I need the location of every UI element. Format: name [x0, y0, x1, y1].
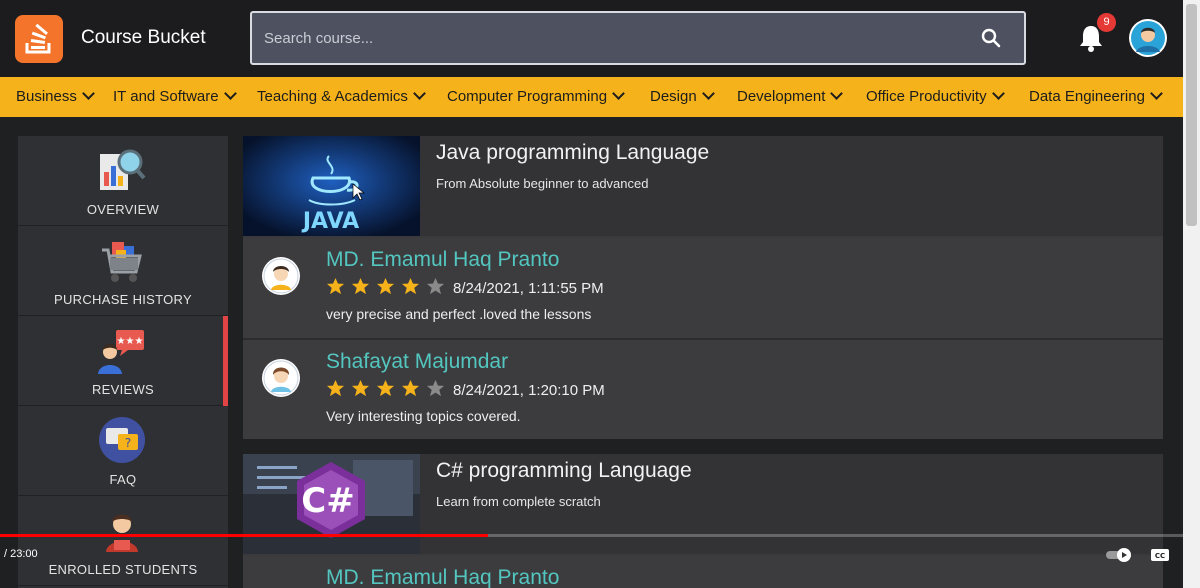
- thumbnail-label: C#: [301, 481, 354, 521]
- review-item: MD. Emamul Haq Pranto: [243, 556, 1163, 588]
- category-business[interactable]: Business: [16, 87, 95, 105]
- reviewer-avatar-icon: [262, 359, 300, 397]
- review-date: 8/24/2021, 1:20:10 PM: [453, 382, 605, 399]
- star-empty-icon: [426, 379, 445, 397]
- star-filled-icon: [326, 379, 345, 397]
- review-text: Very interesting topics covered.: [326, 408, 521, 424]
- chevron-down-icon: [701, 87, 715, 100]
- course-header[interactable]: JAVA Java programming Language From Abso…: [243, 136, 1163, 236]
- category-label: IT and Software: [113, 88, 219, 105]
- page-scrollbar[interactable]: [1183, 0, 1200, 588]
- sidebar-item-label: PURCHASE HISTORY: [54, 292, 192, 307]
- course-title[interactable]: C# programming Language: [436, 459, 692, 483]
- sidebar-item-label: OVERVIEW: [86, 202, 160, 217]
- reviewer-name[interactable]: Shafayat Majumdar: [326, 350, 508, 374]
- review-item: Shafayat Majumdar 8/24/2021, 1:20:10 PM …: [243, 340, 1163, 439]
- course-thumbnail[interactable]: C#: [243, 454, 420, 554]
- sidebar-item-label: FAQ: [109, 472, 137, 487]
- overview-chart-icon: [100, 149, 146, 190]
- chevron-down-icon: [413, 87, 426, 100]
- course-subtitle: Learn from complete scratch: [436, 494, 601, 509]
- video-progress-fill[interactable]: [0, 534, 488, 537]
- shopping-cart-icon: [102, 242, 142, 282]
- top-header: Course Bucket 9: [0, 0, 1183, 77]
- faq-chat-icon: ?: [99, 417, 145, 463]
- category-it-software[interactable]: IT and Software: [113, 87, 237, 105]
- star-filled-icon: [401, 277, 420, 295]
- category-label: Design: [650, 88, 697, 105]
- svg-text:?: ?: [125, 436, 131, 450]
- video-time: / 23:00: [4, 548, 38, 560]
- category-data-engineering[interactable]: Data Engineering: [1029, 87, 1163, 105]
- course-title[interactable]: Java programming Language: [436, 141, 709, 165]
- star-rating: [326, 277, 451, 297]
- svg-text:CC: CC: [1155, 552, 1165, 560]
- app-window: Course Bucket 9 Business IT and Software: [0, 0, 1200, 588]
- reviews-chat-icon: ★★★: [98, 330, 144, 374]
- captions-icon[interactable]: CC: [1150, 546, 1170, 564]
- category-computer-programming[interactable]: Computer Programming: [447, 87, 625, 105]
- category-development[interactable]: Development: [737, 87, 844, 105]
- star-filled-icon: [351, 277, 370, 295]
- star-rating: [326, 379, 451, 399]
- chevron-down-icon: [991, 87, 1005, 100]
- category-teaching-academics[interactable]: Teaching & Academics: [257, 87, 426, 105]
- category-bar: Business IT and Software Teaching & Acad…: [0, 77, 1183, 117]
- reviewer-name[interactable]: MD. Emamul Haq Pranto: [326, 566, 559, 588]
- chevron-down-icon: [223, 87, 237, 100]
- user-avatar-icon[interactable]: [1129, 19, 1167, 57]
- star-filled-icon: [351, 379, 370, 397]
- svg-text:★★★: ★★★: [117, 336, 144, 347]
- stack-logo-icon[interactable]: [15, 15, 63, 63]
- sidebar-item-purchase-history[interactable]: PURCHASE HISTORY: [18, 226, 228, 316]
- thumbnail-label: JAVA: [301, 209, 359, 234]
- review-text: very precise and perfect .loved the less…: [326, 306, 592, 322]
- course-subtitle: From Absolute beginner to advanced: [436, 176, 649, 191]
- star-filled-icon: [401, 379, 420, 397]
- category-label: Computer Programming: [447, 88, 608, 105]
- search-box: [250, 11, 1026, 65]
- category-label: Development: [737, 88, 826, 105]
- category-label: Office Productivity: [866, 88, 987, 105]
- sidebar-item-reviews[interactable]: ★★★ REVIEWS: [18, 316, 228, 406]
- brand-name[interactable]: Course Bucket: [81, 27, 206, 49]
- search-icon[interactable]: [980, 27, 1002, 49]
- category-design[interactable]: Design: [650, 87, 715, 105]
- category-label: Teaching & Academics: [257, 88, 408, 105]
- student-icon: [106, 514, 138, 552]
- scrollbar-thumb[interactable]: [1186, 4, 1197, 226]
- chevron-down-icon: [82, 87, 95, 100]
- chevron-down-icon: [830, 87, 844, 100]
- review-item: MD. Emamul Haq Pranto 8/24/2021, 1:11:55…: [243, 238, 1163, 338]
- sidebar-item-label: REVIEWS: [91, 382, 155, 397]
- sidebar: OVERVIEW PURCHASE HISTORY ★★★ REVIEWS ? …: [18, 136, 228, 588]
- course-thumbnail[interactable]: JAVA: [243, 136, 420, 236]
- sidebar-item-faq[interactable]: ? FAQ: [18, 406, 228, 496]
- category-office-productivity[interactable]: Office Productivity: [866, 87, 1005, 105]
- course-card: C# C# programming Language Learn from co…: [243, 454, 1163, 588]
- sidebar-item-overview[interactable]: OVERVIEW: [18, 136, 228, 226]
- star-filled-icon: [376, 277, 395, 295]
- course-card: JAVA Java programming Language From Abso…: [243, 136, 1163, 439]
- search-input[interactable]: [252, 13, 952, 63]
- star-filled-icon: [376, 379, 395, 397]
- active-indicator: [223, 316, 228, 406]
- sidebar-item-enrolled-students[interactable]: ENROLLED STUDENTS: [18, 496, 228, 586]
- sidebar-item-label: ENROLLED STUDENTS: [48, 562, 198, 577]
- category-label: Business: [16, 88, 77, 105]
- category-label: Data Engineering: [1029, 88, 1145, 105]
- star-filled-icon: [326, 277, 345, 295]
- chevron-down-icon: [1150, 87, 1163, 100]
- course-header[interactable]: C# C# programming Language Learn from co…: [243, 454, 1163, 554]
- star-empty-icon: [426, 277, 445, 295]
- reviewer-avatar-icon: [262, 257, 300, 295]
- chevron-down-icon: [612, 87, 625, 100]
- review-date: 8/24/2021, 1:11:55 PM: [453, 280, 604, 297]
- reviewer-name[interactable]: MD. Emamul Haq Pranto: [326, 248, 559, 272]
- autoplay-toggle-icon[interactable]: [1105, 546, 1133, 564]
- notification-badge: 9: [1097, 13, 1116, 32]
